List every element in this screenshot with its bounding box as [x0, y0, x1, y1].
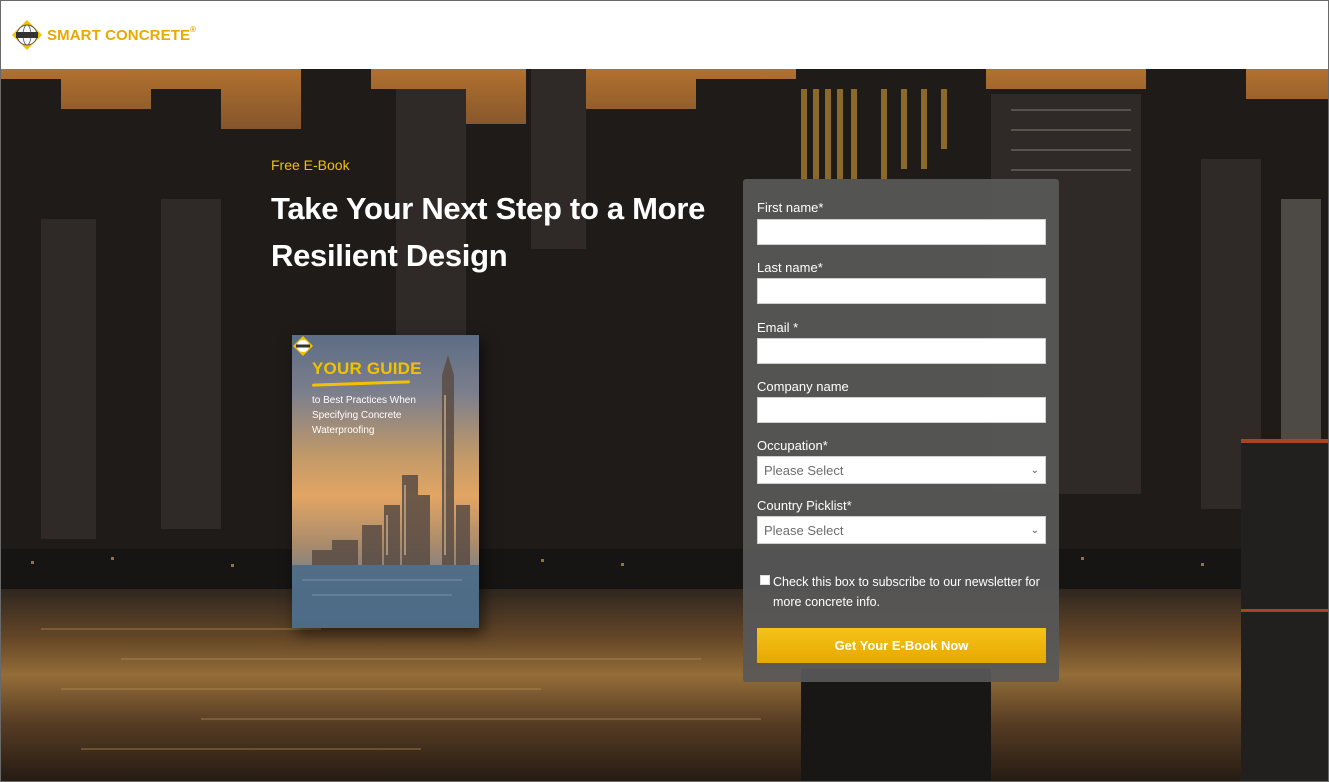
- eyebrow-label: Free E-Book: [271, 157, 350, 173]
- hero-overlay: [1, 69, 1328, 781]
- hero-section: [1, 69, 1328, 781]
- brand-logo[interactable]: SMART CONCRETE®: [11, 19, 196, 51]
- last-name-label: Last name*: [757, 260, 823, 275]
- newsletter-checkbox[interactable]: [760, 575, 770, 585]
- occupation-label: Occupation*: [757, 438, 828, 453]
- email-field[interactable]: [757, 338, 1046, 364]
- country-select[interactable]: Please Select ⌄: [757, 516, 1046, 544]
- country-selected-value: Please Select: [764, 522, 844, 538]
- last-name-field[interactable]: [757, 278, 1046, 304]
- first-name-field[interactable]: [757, 219, 1046, 245]
- ebook-subtitle: to Best Practices When Specifying Concre…: [312, 395, 416, 436]
- country-label: Country Picklist*: [757, 498, 852, 513]
- email-label: Email *: [757, 320, 799, 335]
- occupation-selected-value: Please Select: [764, 462, 844, 478]
- ebook-title: YOUR GUIDE: [312, 359, 422, 378]
- hero-headline: Take Your Next Step to a More Resilient …: [271, 191, 706, 273]
- newsletter-label[interactable]: Check this box to subscribe to our newsl…: [773, 572, 1050, 612]
- company-name-label: Company name: [757, 379, 849, 394]
- occupation-select[interactable]: Please Select ⌄: [757, 456, 1046, 484]
- ebook-cover: YOUR GUIDE to Best Practices When Specif…: [292, 335, 479, 628]
- kryton-small-logo-icon: [293, 336, 313, 356]
- page-frame: SMART CONCRETE® Free E-Book Take Your Ne…: [0, 0, 1329, 782]
- chevron-down-icon: ⌄: [1030, 524, 1039, 536]
- registered-mark: ®: [190, 24, 197, 34]
- brand-name: SMART CONCRETE: [47, 26, 191, 44]
- site-header: SMART CONCRETE®: [1, 1, 1328, 69]
- first-name-label: First name*: [757, 200, 824, 215]
- newsletter-option: Check this box to subscribe to our newsl…: [760, 572, 1050, 612]
- get-ebook-button[interactable]: Get Your E-Book Now: [757, 628, 1046, 663]
- kryton-globe-icon: [12, 20, 42, 50]
- chevron-down-icon: ⌄: [1030, 464, 1039, 476]
- ebook-signup-form: First name* Last name* Email * Company n…: [743, 179, 1059, 682]
- company-name-field[interactable]: [757, 397, 1046, 423]
